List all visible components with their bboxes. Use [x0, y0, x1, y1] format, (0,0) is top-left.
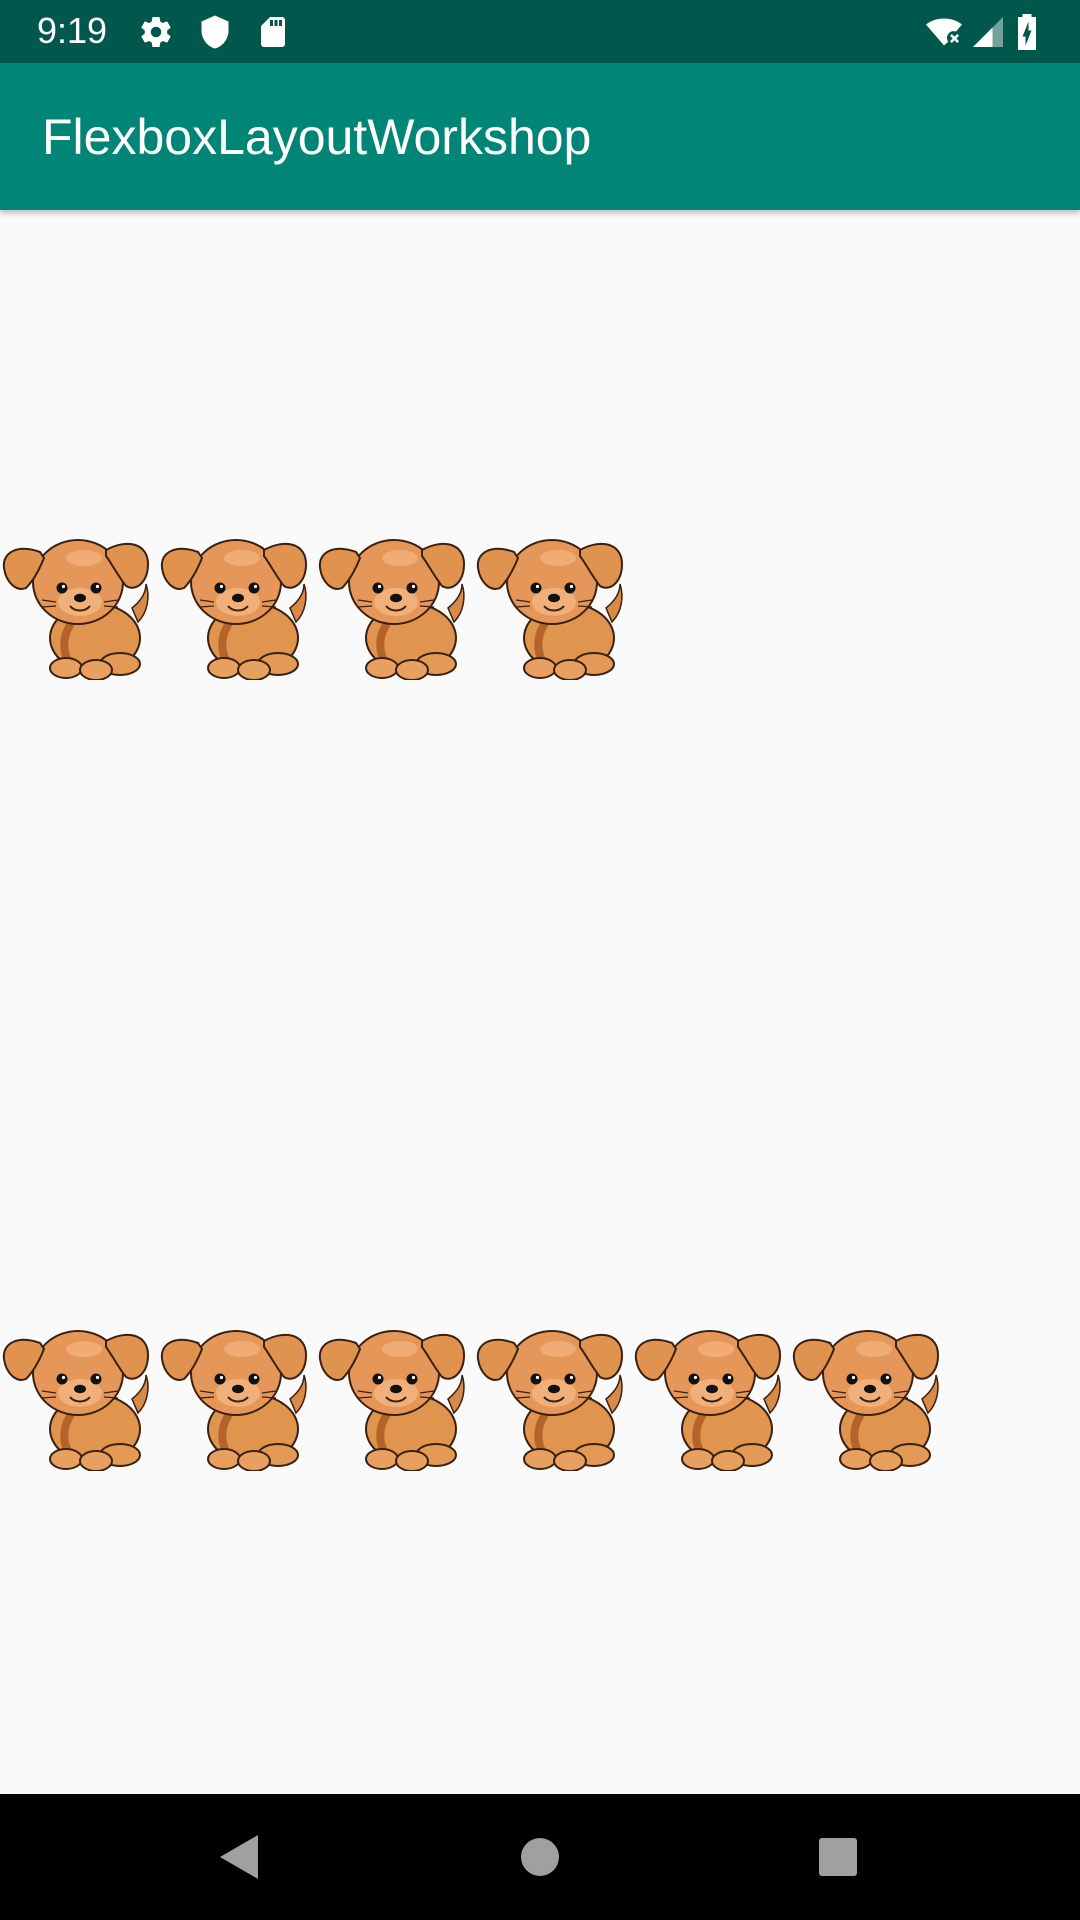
battery-charging-icon	[1015, 14, 1045, 50]
app-bar: FlexboxLayoutWorkshop	[0, 63, 1080, 210]
puppy-icon	[158, 530, 316, 680]
screen: 9:19 FlexboxLayoutWorkshop	[0, 0, 1080, 1920]
puppy-icon	[474, 1321, 632, 1471]
settings-icon	[138, 14, 174, 50]
puppy-icon	[0, 1321, 158, 1471]
content-area	[0, 210, 1080, 1794]
status-bar: 9:19	[0, 0, 1080, 63]
flexbox-row-2	[0, 1321, 1080, 1471]
puppy-icon	[790, 1321, 948, 1471]
puppy-icon	[316, 530, 474, 680]
puppy-icon	[158, 1321, 316, 1471]
recents-icon[interactable]	[808, 1827, 868, 1887]
puppy-icon	[316, 1321, 474, 1471]
shield-icon	[197, 14, 233, 50]
puppy-icon	[0, 530, 158, 680]
cell-signal-icon	[970, 14, 1006, 50]
puppy-icon	[474, 530, 632, 680]
navigation-bar	[0, 1794, 1080, 1920]
app-title: FlexboxLayoutWorkshop	[42, 109, 592, 165]
flexbox-row-1	[0, 530, 1080, 680]
status-time: 9:19	[37, 10, 108, 51]
wifi-icon	[922, 14, 966, 50]
back-icon[interactable]	[210, 1827, 270, 1887]
puppy-icon	[632, 1321, 790, 1471]
sd-card-icon	[255, 14, 291, 50]
home-icon[interactable]	[510, 1827, 570, 1887]
